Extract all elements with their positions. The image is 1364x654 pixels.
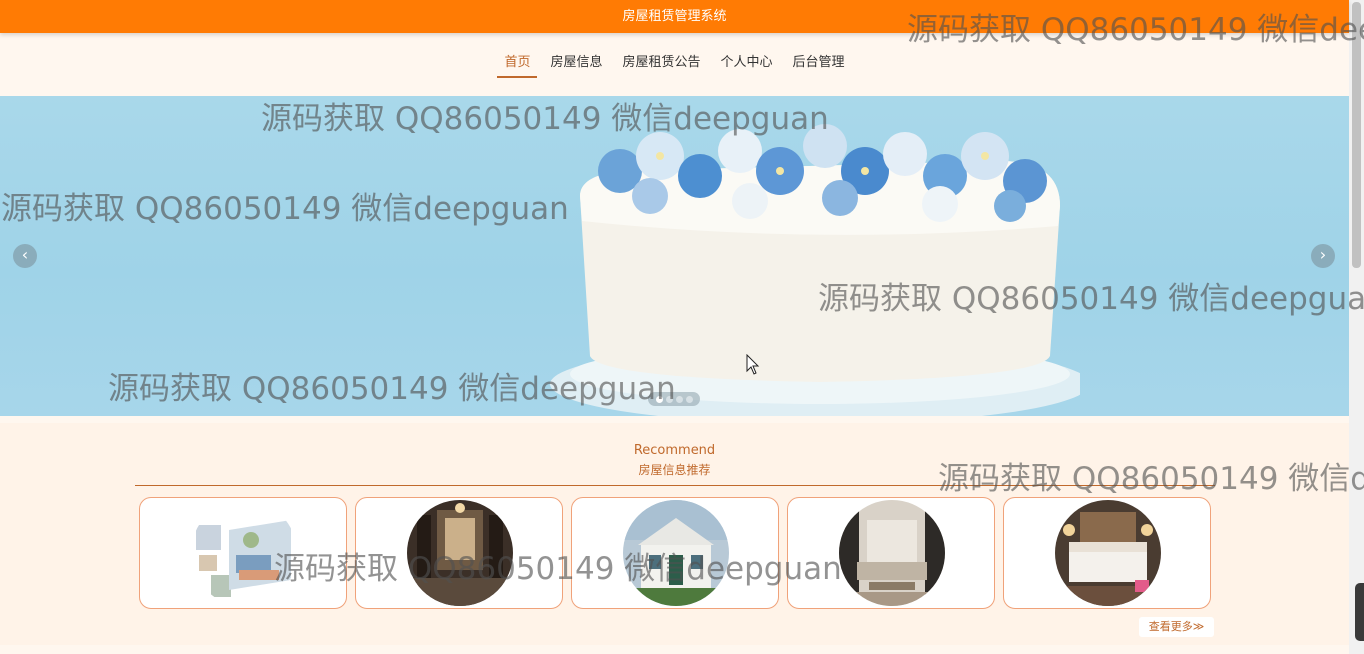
nav-item-home[interactable]: 首页 [497, 52, 538, 78]
view-more-button[interactable]: 查看更多≫ [1139, 617, 1214, 637]
house-card[interactable] [355, 497, 563, 609]
house-card[interactable] [787, 497, 995, 609]
recommend-card-list [139, 497, 1211, 609]
carousel-indicators [648, 392, 700, 406]
recommend-title-cn: 房屋信息推荐 [638, 463, 711, 477]
header-bar: 房屋租赁管理系统 [0, 0, 1349, 33]
carousel-dot-3[interactable] [675, 395, 683, 403]
banner-carousel: ‹ › [0, 96, 1349, 416]
chevron-right-icon: › [1319, 245, 1327, 264]
side-widget[interactable] [1355, 583, 1364, 641]
scrollbar-thumb[interactable] [1352, 2, 1361, 268]
house-thumbnail [839, 500, 945, 606]
recommend-title-en: Recommend [633, 443, 716, 458]
carousel-dot-1[interactable] [655, 395, 663, 403]
recommend-section: Recommend 房屋信息推荐 查看更多≫ [0, 423, 1349, 645]
page-scrollbar[interactable] [1349, 0, 1364, 654]
carousel-prev-button[interactable]: ‹ [13, 244, 37, 268]
house-thumbnail [1055, 500, 1161, 606]
site-title: 房屋租赁管理系统 [622, 9, 727, 24]
chevron-left-icon: ‹ [21, 245, 29, 264]
house-thumbnail [191, 500, 297, 606]
house-card[interactable] [1003, 497, 1211, 609]
main-nav: 首页 房屋信息 房屋租赁公告 个人中心 后台管理 [0, 33, 1349, 96]
banner-image [550, 124, 1080, 416]
carousel-dot-2[interactable] [665, 395, 673, 403]
carousel-next-button[interactable]: › [1311, 244, 1335, 268]
house-card[interactable] [139, 497, 347, 609]
nav-item-house-info[interactable]: 房屋信息 [543, 52, 609, 78]
section-divider [135, 485, 1215, 486]
house-card[interactable] [571, 497, 779, 609]
carousel-dot-4[interactable] [685, 395, 693, 403]
nav-item-rental-notice[interactable]: 房屋租赁公告 [615, 52, 707, 78]
mouse-cursor-icon [746, 354, 760, 375]
nav-item-personal-center[interactable]: 个人中心 [714, 52, 780, 78]
nav-item-admin[interactable]: 后台管理 [786, 52, 852, 78]
house-thumbnail [407, 500, 513, 606]
house-thumbnail [623, 500, 729, 606]
